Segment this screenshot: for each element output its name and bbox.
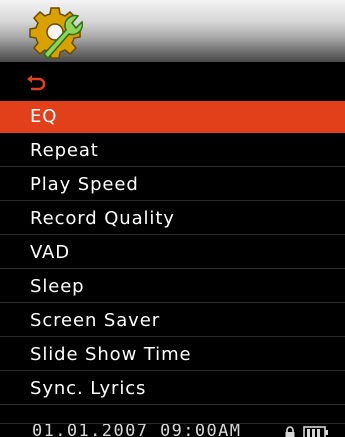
- datetime-text: 01.01.2007 09:00AM: [32, 424, 242, 437]
- menu-item-sleep[interactable]: Sleep: [0, 271, 345, 303]
- settings-menu: EQ Repeat Play Speed Record Quality VAD …: [0, 101, 345, 407]
- settings-icon: [29, 7, 84, 60]
- menu-item-record-quality[interactable]: Record Quality: [0, 203, 345, 235]
- menu-item-play-speed[interactable]: Play Speed: [0, 169, 345, 201]
- menu-item-slide-show-time[interactable]: Slide Show Time: [0, 339, 345, 371]
- back-row[interactable]: [0, 66, 345, 99]
- back-arrow-icon[interactable]: [26, 74, 46, 92]
- lock-icon: [285, 426, 295, 437]
- menu-item-repeat[interactable]: Repeat: [0, 135, 345, 167]
- menu-empty-row: [0, 392, 345, 424]
- battery-icon: [303, 426, 328, 437]
- menu-item-screen-saver[interactable]: Screen Saver: [0, 305, 345, 337]
- menu-item-vad[interactable]: VAD: [0, 237, 345, 269]
- status-bar: 01.01.2007 09:00AM: [0, 424, 345, 437]
- menu-item-eq[interactable]: EQ: [0, 101, 345, 133]
- title-bar: [0, 0, 345, 62]
